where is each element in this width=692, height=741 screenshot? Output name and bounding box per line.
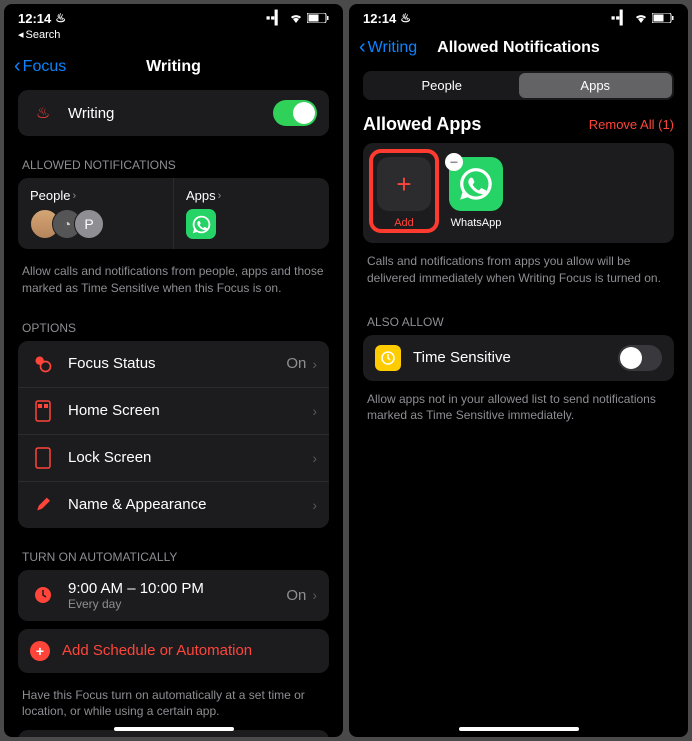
allowed-people[interactable]: People › ◔ P bbox=[18, 178, 174, 249]
allowed-notifications-group: People › ◔ P Apps › bbox=[18, 178, 329, 249]
whatsapp-icon bbox=[186, 209, 216, 239]
home-indicator[interactable] bbox=[114, 727, 234, 731]
back-caret-icon: ◂ bbox=[18, 28, 24, 41]
focus-status-row[interactable]: Focus Status On › bbox=[18, 341, 329, 388]
schedule-sub: Every day bbox=[68, 597, 286, 611]
options-header: OPTIONS bbox=[18, 307, 329, 341]
people-avatars: ◔ P bbox=[30, 209, 161, 239]
nav-bar: ‹ Focus Writing bbox=[4, 47, 343, 90]
allowed-apps-grid: + Add − WhatsApp bbox=[363, 143, 674, 243]
schedule-row[interactable]: 9:00 AM – 10:00 PM Every day On › bbox=[18, 570, 329, 621]
clock-icon bbox=[30, 582, 56, 608]
cellular-icon: ▪▪▎ bbox=[611, 10, 630, 26]
status-bar: 12:14 ♨ ▪▪▎ bbox=[4, 4, 343, 28]
home-screen-icon bbox=[30, 398, 56, 424]
focus-toggle-group: ♨ Writing bbox=[18, 90, 329, 136]
chevron-right-icon: › bbox=[312, 587, 317, 603]
writing-focus-icon: ♨ bbox=[30, 100, 56, 126]
name-appearance-row[interactable]: Name & Appearance › bbox=[18, 482, 329, 528]
plus-icon: + bbox=[30, 641, 50, 661]
home-indicator[interactable] bbox=[459, 727, 579, 731]
wifi-icon bbox=[289, 11, 303, 26]
focus-status-icon bbox=[30, 351, 56, 377]
allowed-notifications-header: ALLOWED NOTIFICATIONS bbox=[18, 144, 329, 178]
time-sensitive-icon bbox=[375, 345, 401, 371]
focus-toggle-row[interactable]: ♨ Writing bbox=[18, 90, 329, 136]
status-icons: ▪▪▎ bbox=[266, 10, 329, 26]
tab-apps[interactable]: Apps bbox=[519, 73, 673, 98]
pencil-icon bbox=[30, 492, 56, 518]
focus-indicator-icon: ♨ bbox=[400, 11, 411, 25]
chevron-right-icon: › bbox=[312, 403, 317, 419]
allowed-apps-title: Allowed Apps bbox=[363, 114, 481, 135]
time-sensitive-row[interactable]: Time Sensitive bbox=[363, 335, 674, 381]
add-tile: + bbox=[377, 157, 431, 211]
turn-on-header: TURN ON AUTOMATICALLY bbox=[18, 536, 329, 570]
chevron-right-icon: › bbox=[312, 450, 317, 466]
options-group: Focus Status On › Home Screen › Lock Scr… bbox=[18, 341, 329, 528]
status-icons: ▪▪▎ bbox=[611, 10, 674, 26]
status-time: 12:14 bbox=[18, 11, 51, 26]
chevron-right-icon: › bbox=[312, 356, 317, 372]
back-button[interactable]: ‹ Writing bbox=[359, 36, 417, 59]
cellular-icon: ▪▪▎ bbox=[266, 10, 285, 26]
time-sensitive-toggle[interactable] bbox=[618, 345, 662, 371]
avatar-initial: P bbox=[74, 209, 104, 239]
focus-indicator-icon: ♨ bbox=[55, 11, 66, 25]
schedule-footer: Have this Focus turn on automatically at… bbox=[18, 681, 329, 731]
add-schedule-group: + Add Schedule or Automation bbox=[18, 629, 329, 673]
notif-footer: Allow calls and notifications from peopl… bbox=[18, 257, 329, 307]
focus-toggle[interactable] bbox=[273, 100, 317, 126]
plus-icon: + bbox=[396, 169, 411, 200]
ts-footer: Allow apps not in your allowed list to s… bbox=[349, 387, 688, 439]
add-schedule-button[interactable]: + Add Schedule or Automation bbox=[18, 629, 329, 673]
add-app-button[interactable]: + Add bbox=[377, 157, 431, 229]
chevron-right-icon: › bbox=[312, 497, 317, 513]
phone-left: 12:14 ♨ ▪▪▎ ◂ Search ‹ Focus Writing ♨ W… bbox=[4, 4, 343, 737]
allowed-apps[interactable]: Apps › bbox=[174, 178, 329, 249]
chevron-left-icon: ‹ bbox=[14, 55, 21, 78]
delete-focus-button[interactable]: Delete Focus bbox=[18, 730, 329, 737]
battery-icon bbox=[307, 11, 329, 26]
phone-right: 12:14 ♨ ▪▪▎ ‹ Writing Allowed Notificati… bbox=[349, 4, 688, 737]
nav-bar: ‹ Writing Allowed Notifications bbox=[349, 28, 688, 71]
time-sensitive-group: Time Sensitive bbox=[363, 335, 674, 381]
wifi-icon bbox=[634, 11, 648, 26]
segmented-control[interactable]: People Apps bbox=[363, 71, 674, 100]
chevron-right-icon: › bbox=[72, 190, 76, 202]
focus-name-label: Writing bbox=[68, 105, 273, 122]
also-allow-header: ALSO ALLOW bbox=[349, 301, 688, 335]
lock-screen-row[interactable]: Lock Screen › bbox=[18, 435, 329, 482]
status-bar: 12:14 ♨ ▪▪▎ bbox=[349, 4, 688, 28]
home-screen-row[interactable]: Home Screen › bbox=[18, 388, 329, 435]
chevron-right-icon: › bbox=[218, 190, 222, 202]
schedule-group: 9:00 AM – 10:00 PM Every day On › bbox=[18, 570, 329, 621]
delete-group: Delete Focus bbox=[18, 730, 329, 737]
chevron-left-icon: ‹ bbox=[359, 36, 366, 59]
schedule-time: 9:00 AM – 10:00 PM bbox=[68, 580, 286, 597]
tab-people[interactable]: People bbox=[365, 73, 519, 98]
remove-all-button[interactable]: Remove All (1) bbox=[589, 117, 674, 132]
apps-footer: Calls and notifications from apps you al… bbox=[349, 249, 688, 301]
status-time: 12:14 bbox=[363, 11, 396, 26]
focus-status-value: On bbox=[286, 355, 306, 372]
back-to-search[interactable]: ◂ Search bbox=[4, 28, 343, 47]
app-whatsapp[interactable]: − WhatsApp bbox=[449, 157, 503, 229]
lock-screen-icon bbox=[30, 445, 56, 471]
back-button[interactable]: ‹ Focus bbox=[14, 55, 66, 78]
battery-icon bbox=[652, 11, 674, 26]
remove-app-badge[interactable]: − bbox=[445, 153, 463, 171]
